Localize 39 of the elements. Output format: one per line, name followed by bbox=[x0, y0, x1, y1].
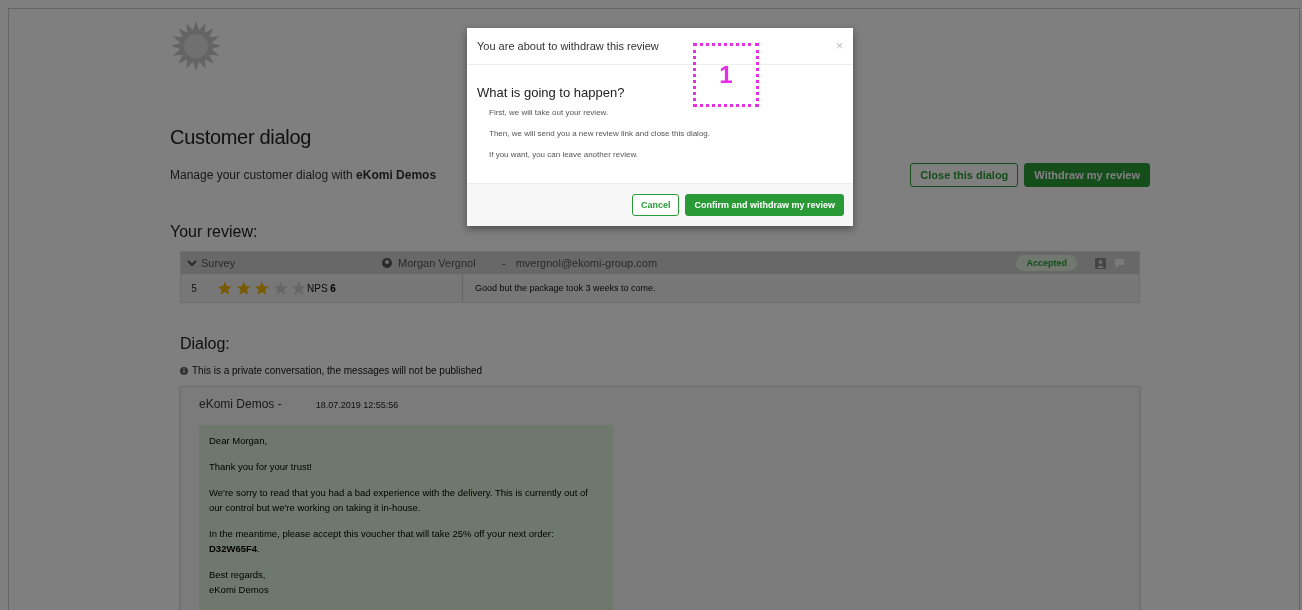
annotation-marker: 1 bbox=[693, 43, 759, 107]
customer-name: Morgan Vergnol bbox=[398, 257, 476, 269]
user-icon bbox=[382, 258, 392, 268]
modal-title: You are about to withdraw this review bbox=[477, 40, 659, 52]
section-heading: Your review: bbox=[170, 223, 259, 241]
star-icon bbox=[235, 279, 252, 297]
review-comment: Good but the package took 3 weeks to come. bbox=[462, 274, 656, 302]
primary-button[interactable]: Confirm and withdraw my review bbox=[685, 194, 844, 216]
sun-logo-icon bbox=[170, 20, 222, 72]
close-button[interactable]: × bbox=[836, 39, 843, 53]
page-subtitle: Manage your customer dialog with eKomi Demos bbox=[170, 168, 437, 182]
section-heading: Dialog: bbox=[180, 335, 231, 353]
primary-button[interactable]: Withdraw my review bbox=[1024, 163, 1150, 187]
star-icon bbox=[217, 279, 233, 297]
message-paragraph: Thank you for your trust! bbox=[209, 460, 313, 474]
modal-heading: What is going to happen? bbox=[477, 85, 626, 100]
message-time: 18.07.2019 12:55:56 bbox=[315, 400, 399, 410]
message-author: eKomi Demos - bbox=[199, 397, 282, 411]
nps-score: NPS 6 bbox=[307, 282, 337, 294]
message-paragraph: Best regards, eKomi Demos bbox=[209, 568, 270, 597]
review-type: Survey bbox=[201, 257, 236, 269]
person-card-icon[interactable] bbox=[1095, 257, 1106, 269]
customer-email: mvergnol@ekomi-group.com bbox=[515, 257, 659, 269]
star-icon bbox=[254, 279, 270, 297]
status-badge: Accepted bbox=[1016, 255, 1077, 271]
info-icon bbox=[180, 366, 188, 375]
outline-button[interactable]: Cancel bbox=[631, 194, 680, 216]
score-text: 5 bbox=[190, 282, 198, 294]
separator-text: - bbox=[502, 257, 506, 269]
step-text: If you want, you can leave another review. bbox=[489, 150, 639, 160]
message-paragraph: We're sorry to read that you had a bad experience with the delivery. This is currently out of our control but we're working on taking it in-house. bbox=[209, 486, 589, 515]
page-title: Customer dialog bbox=[170, 126, 312, 149]
step-text: Then, we will send you a new review link and close this dialog. bbox=[489, 129, 711, 139]
chevron-icon[interactable] bbox=[187, 259, 197, 267]
outline-button[interactable]: Close this dialog bbox=[910, 163, 1019, 187]
message-paragraph: Dear Morgan, bbox=[209, 434, 269, 448]
message-paragraph: In the meantime, please accept this voucher that will take 25% off your next order: D32W65F4. bbox=[209, 527, 555, 556]
privacy-notice: This is a private conversation, the messages will not be published bbox=[192, 365, 483, 376]
step-text: First, we will take out your review. bbox=[489, 108, 610, 118]
